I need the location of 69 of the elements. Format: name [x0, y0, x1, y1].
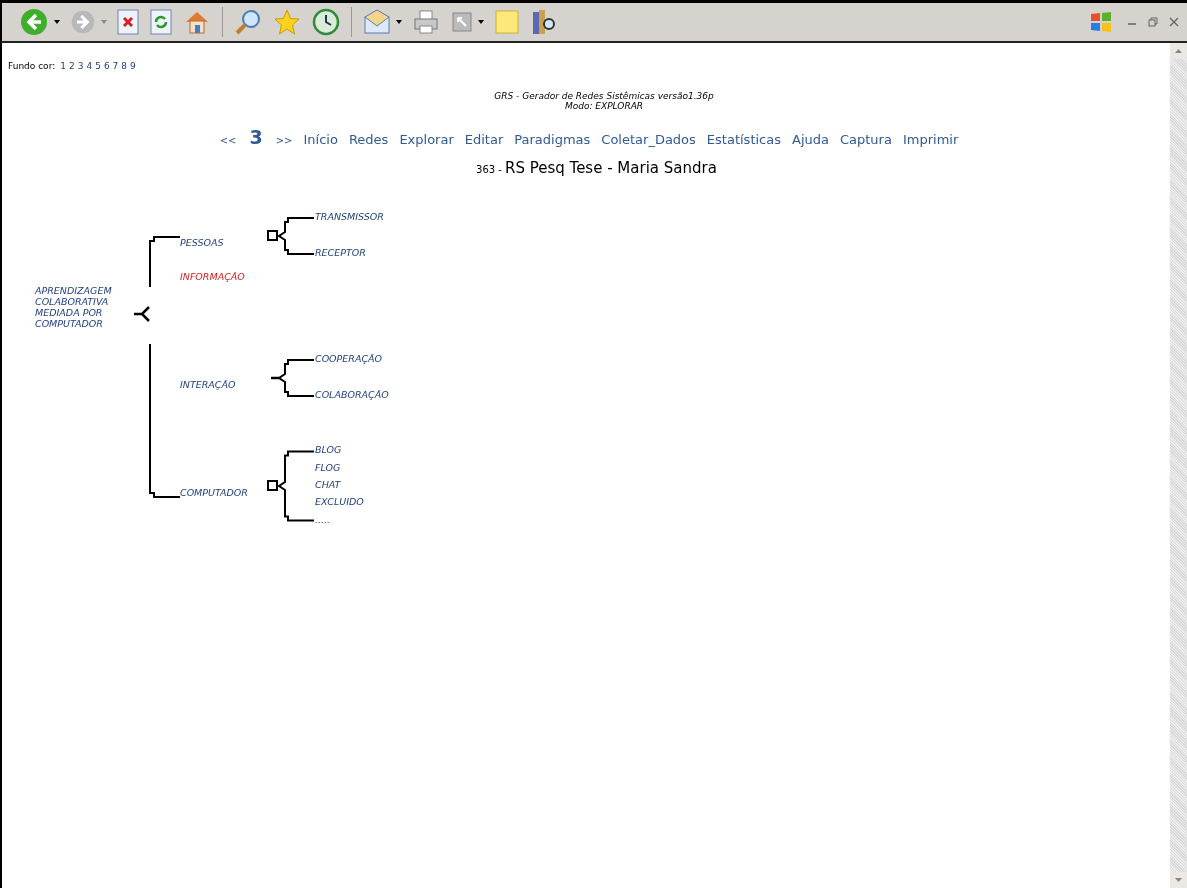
background-color-label: Fundo cor: [8, 61, 56, 71]
restore-icon[interactable] [1148, 17, 1158, 27]
connector-icon [271, 376, 279, 380]
windows-logo-icon [1089, 11, 1113, 33]
bracket [277, 359, 315, 397]
color-option-link[interactable]: 7 [112, 61, 119, 71]
refresh-icon[interactable] [150, 9, 172, 35]
tree-node[interactable]: INFORMAÇÃO [180, 271, 245, 282]
bracket [149, 236, 181, 288]
tree-node[interactable]: INTERAÇÃO [180, 379, 236, 390]
caret-icon[interactable] [54, 20, 60, 24]
root-connector-icon [132, 305, 151, 323]
scrollbar[interactable] [1170, 43, 1187, 888]
nav-link[interactable]: Editar [464, 132, 504, 147]
mode-label: Modo: EXPLORAR [563, 101, 645, 111]
fullscreen-icon[interactable] [451, 11, 473, 33]
tree-node[interactable]: EXCLUIDO [315, 496, 364, 508]
tree-node[interactable]: ..... [315, 513, 331, 525]
nav-link[interactable]: Coletar_Dados [601, 132, 696, 147]
tree-node[interactable]: FLOG [315, 461, 341, 473]
tree-node[interactable]: APRENDIZAGEM COLABORATIVA MEDIADA POR COMPUTADOR [35, 285, 131, 329]
scroll-up-button[interactable] [1170, 43, 1187, 59]
nav-link[interactable]: Captura [839, 132, 892, 147]
tree-node[interactable]: COMPUTADOR [180, 487, 248, 498]
caret-icon[interactable] [396, 20, 402, 24]
color-option-link[interactable]: 2 [68, 61, 75, 71]
nav-link[interactable]: Paradigmas [514, 132, 591, 147]
color-option-link[interactable]: 9 [130, 61, 136, 71]
current-page-number: 3 [249, 126, 263, 148]
bracket [277, 450, 315, 522]
tree-node[interactable]: RECEPTOR [315, 247, 366, 258]
next-link[interactable]: >> [275, 135, 293, 146]
mail-icon[interactable] [363, 9, 391, 35]
caret-icon[interactable] [478, 20, 484, 24]
scroll-down-button[interactable] [1170, 872, 1187, 888]
nav-link[interactable]: Explorar [399, 132, 454, 147]
square-marker-icon[interactable] [267, 480, 278, 491]
network-title: RS Pesq Tese - Maria Sandra [504, 159, 717, 177]
app-title: GRS - Gerador de Redes Sistêmicas versão1.36p [493, 91, 715, 101]
caret-icon [1175, 49, 1182, 53]
bracket [277, 217, 315, 255]
nav-link[interactable]: Início [303, 132, 338, 147]
tree-node[interactable]: COLABORAÇÃO [315, 389, 389, 400]
close-icon[interactable] [1169, 17, 1179, 27]
tree-node[interactable]: TRANSMISSOR [315, 211, 384, 222]
printer-icon[interactable] [412, 9, 440, 35]
color-option-link[interactable]: 8 [121, 61, 128, 71]
search-icon[interactable] [234, 8, 262, 36]
tree-node[interactable]: PESSOAS [180, 237, 224, 248]
tree-node[interactable]: CHAT [315, 479, 341, 490]
stop-icon[interactable] [117, 9, 139, 35]
color-option-link[interactable]: 3 [77, 61, 84, 71]
nav-link[interactable]: Estatísticas [706, 132, 781, 147]
nav-link[interactable]: Redes [348, 132, 389, 147]
books-icon[interactable] [531, 8, 557, 36]
square-marker-icon[interactable] [267, 230, 278, 241]
network-number: 363 - [476, 164, 502, 175]
nav-link[interactable]: Imprimir [902, 132, 959, 147]
color-option-link[interactable]: 6 [103, 61, 110, 71]
color-option-link[interactable]: 4 [86, 61, 93, 71]
history-icon[interactable] [312, 8, 340, 36]
tree-node[interactable]: BLOG [315, 444, 342, 456]
color-option-link[interactable]: 1 [60, 61, 66, 71]
tree-node[interactable]: COOPERAÇÃO [315, 353, 383, 364]
nav-link[interactable]: Ajuda [792, 132, 829, 147]
caret-icon [1175, 878, 1182, 882]
previous-link[interactable]: << [219, 135, 237, 146]
color-option-link[interactable]: 5 [95, 61, 101, 71]
star-icon[interactable] [273, 8, 301, 36]
